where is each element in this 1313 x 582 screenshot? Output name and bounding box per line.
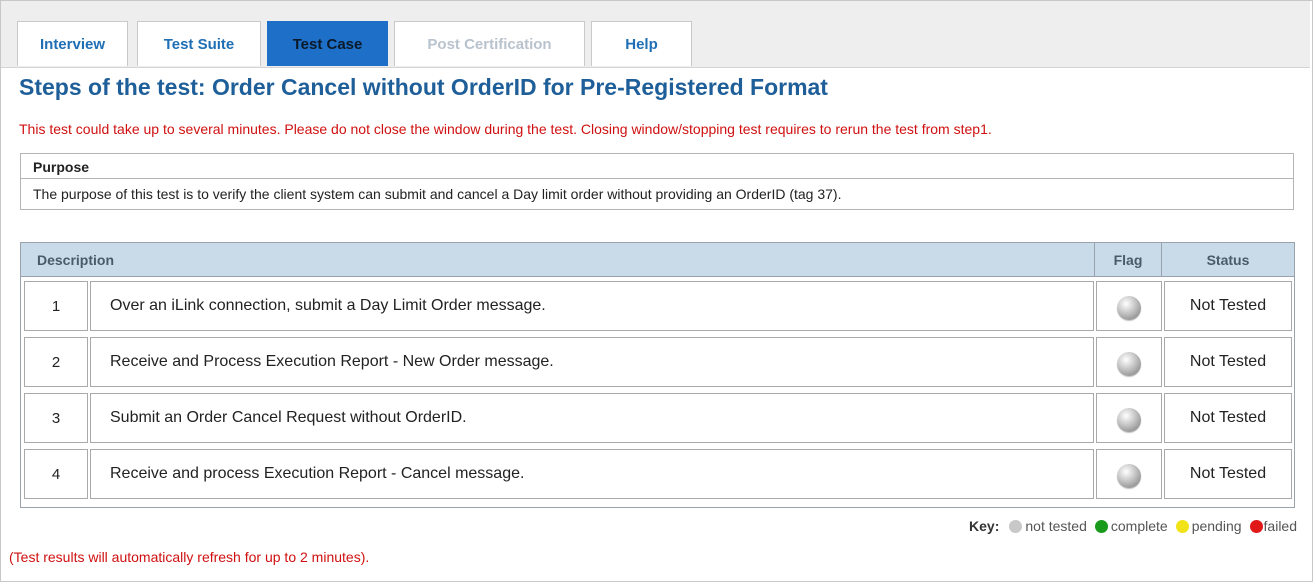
step-number: 1 <box>24 281 88 331</box>
table-row: 4 Receive and process Execution Report -… <box>24 449 1292 499</box>
flag-cell <box>1096 393 1162 443</box>
flag-not-tested-icon <box>1117 464 1141 488</box>
purpose-panel: Purpose The purpose of this test is to v… <box>20 153 1294 210</box>
step-description: Over an iLink connection, submit a Day L… <box>90 281 1094 331</box>
key-item-label: pending <box>1191 518 1242 534</box>
warning-message: This test could take up to several minut… <box>19 121 992 137</box>
step-description: Receive and Process Execution Report - N… <box>90 337 1094 387</box>
status-key: Key: not tested complete pending failed <box>969 518 1297 534</box>
tab-test-suite[interactable]: Test Suite <box>137 21 261 66</box>
steps-table-header: Description Flag Status <box>21 243 1294 277</box>
header-status: Status <box>1206 252 1250 268</box>
refresh-note: (Test results will automatically refresh… <box>9 549 370 565</box>
step-description: Receive and process Execution Report - C… <box>90 449 1094 499</box>
step-number: 2 <box>24 337 88 387</box>
steps-table: Description Flag Status 1 Over an iLink … <box>20 242 1295 508</box>
key-item-label: not tested <box>1025 518 1087 534</box>
step-status: Not Tested <box>1164 337 1292 387</box>
flag-not-tested-icon <box>1117 296 1141 320</box>
header-description: Description <box>37 252 115 268</box>
tab-help[interactable]: Help <box>591 21 692 66</box>
tab-interview[interactable]: Interview <box>17 21 128 66</box>
pending-dot-icon <box>1175 519 1189 533</box>
tab-bar: Interview Test Suite Test Case Post Cert… <box>1 1 1310 68</box>
flag-cell <box>1096 281 1162 331</box>
header-flag: Flag <box>1113 252 1143 268</box>
key-label: Key: <box>969 518 1000 534</box>
step-status: Not Tested <box>1164 281 1292 331</box>
step-number: 4 <box>24 449 88 499</box>
step-status: Not Tested <box>1164 393 1292 443</box>
step-status: Not Tested <box>1164 449 1292 499</box>
step-description: Submit an Order Cancel Request without O… <box>90 393 1094 443</box>
flag-not-tested-icon <box>1117 408 1141 432</box>
flag-not-tested-icon <box>1117 352 1141 376</box>
key-item-label: complete <box>1110 518 1168 534</box>
table-row: 2 Receive and Process Execution Report -… <box>24 337 1292 387</box>
table-row: 3 Submit an Order Cancel Request without… <box>24 393 1292 443</box>
tab-post-certification: Post Certification <box>394 21 585 66</box>
page-title: Steps of the test: Order Cancel without … <box>19 74 828 100</box>
purpose-text: The purpose of this test is to verify th… <box>33 186 842 202</box>
flag-cell <box>1096 449 1162 499</box>
complete-dot-icon <box>1094 519 1108 533</box>
step-number: 3 <box>24 393 88 443</box>
not-tested-dot-icon <box>1009 519 1023 533</box>
flag-cell <box>1096 337 1162 387</box>
failed-dot-icon <box>1249 519 1263 533</box>
key-item-label: failed <box>1263 518 1297 534</box>
purpose-heading: Purpose <box>21 154 1293 179</box>
tab-test-case[interactable]: Test Case <box>267 21 388 66</box>
table-row: 1 Over an iLink connection, submit a Day… <box>24 281 1292 331</box>
